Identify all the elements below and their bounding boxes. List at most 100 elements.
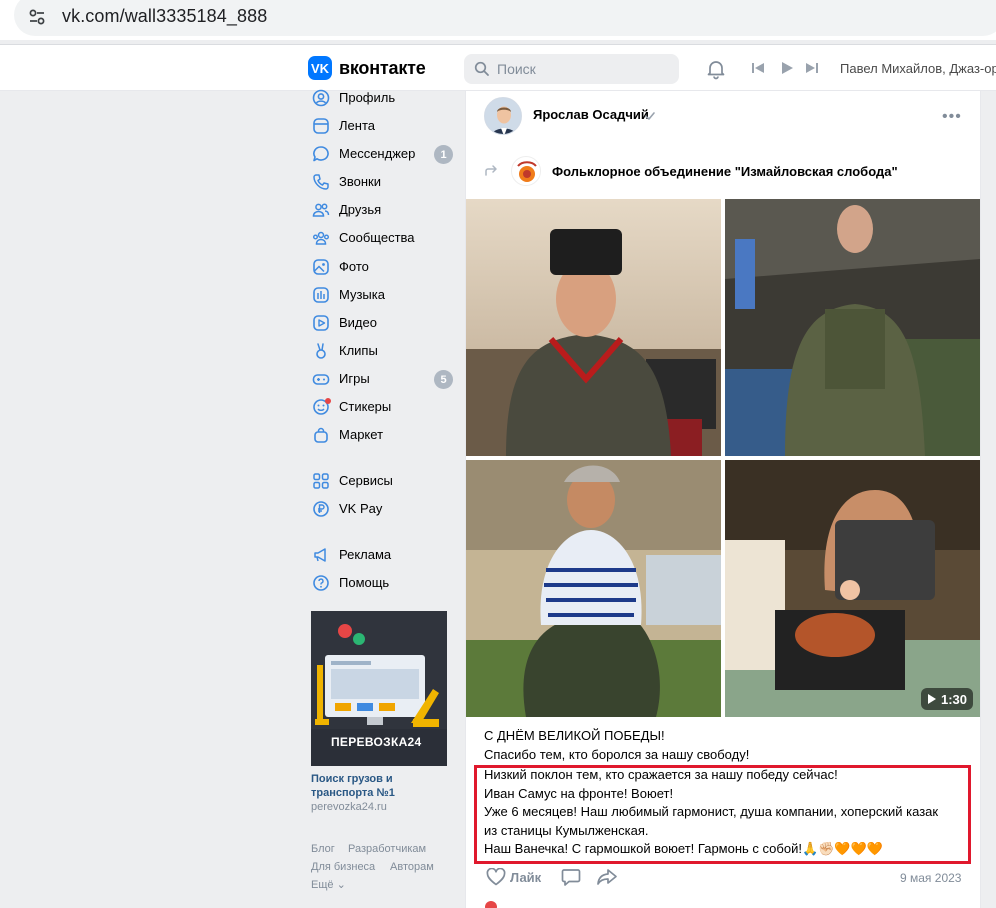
footer-link-blog[interactable]: Блог (311, 843, 335, 855)
video-icon (310, 312, 332, 334)
footer-link-business[interactable]: Для бизнеса (311, 861, 375, 873)
photo-icon (310, 256, 332, 278)
sidebar-item-market[interactable]: Маркет (305, 423, 455, 447)
footer-more-link[interactable]: Ещё ⌄ (311, 878, 346, 891)
like-label[interactable]: Лайк (510, 870, 541, 885)
post-more-icon[interactable]: ••• (942, 108, 962, 126)
ad-banner-text: ПЕРЕВОЗКА24 (331, 735, 422, 749)
sidebar-item-label: Звонки (339, 174, 381, 189)
ad-banner[interactable]: ПЕРЕВОЗКА24 (311, 611, 447, 766)
browser-toolbar: vk.com/wall3335184_888 (0, 0, 996, 40)
sidebar-item-video[interactable]: Видео (305, 311, 455, 335)
sidebar-item-label: Клипы (339, 343, 378, 358)
sidebar-item-feed[interactable]: Лента (305, 114, 455, 138)
post-text-line: Спасибо тем, кто боролся за нашу свободу… (484, 747, 750, 762)
profile-icon (310, 87, 332, 109)
messenger-icon (310, 143, 332, 165)
post-author-name[interactable]: Ярослав Осадчий (533, 107, 649, 122)
clips-icon (310, 340, 332, 362)
post-text-line: С ДНЁМ ВЕЛИКОЙ ПОБЕДЫ! (484, 728, 665, 743)
sidebar-item-label: Мессенджер (339, 146, 416, 161)
repost-arrow-icon (484, 164, 498, 183)
sidebar-item-ads[interactable]: Реклама (305, 543, 455, 567)
sidebar-item-label: Помощь (339, 575, 390, 590)
comment-icon[interactable] (561, 868, 581, 892)
games-icon (310, 368, 332, 390)
repost-group-name[interactable]: Фольклорное объединение "Измайловская сл… (552, 164, 898, 179)
video-duration-text: 1:30 (940, 691, 968, 707)
chevron-down-icon: ⌄ (336, 879, 346, 891)
sidebar-item-label: Друзья (339, 202, 382, 217)
help-icon (310, 572, 332, 594)
sidebar-item-messenger[interactable]: Мессенджер 1 (305, 142, 455, 166)
new-indicator-dot (325, 398, 331, 404)
sidebar-item-stickers[interactable]: Стикеры (305, 395, 455, 419)
ad-title[interactable]: Поиск грузов и транспорта №1 (311, 772, 451, 800)
sidebar-item-label: Видео (339, 315, 377, 330)
footer-link-developers[interactable]: Разработчикам (348, 843, 426, 855)
communities-icon (310, 227, 332, 249)
phone-icon (310, 171, 332, 193)
play-icon[interactable] (780, 61, 794, 80)
music-icon (310, 284, 332, 306)
sidebar-item-games[interactable]: Игры 5 (305, 367, 455, 391)
sidebar-item-label: Музыка (339, 287, 385, 302)
friends-icon (310, 199, 332, 221)
sidebar-item-friends[interactable]: Друзья (305, 198, 455, 222)
sidebar-item-profile[interactable]: Профиль (305, 86, 455, 110)
sidebar-item-help[interactable]: Помощь (305, 571, 455, 595)
previous-track-icon[interactable] (751, 61, 765, 80)
next-track-icon[interactable] (805, 61, 819, 80)
sidebar-item-services[interactable]: Сервисы (305, 469, 455, 493)
footer-link-authors[interactable]: Авторам (390, 861, 434, 873)
post-photo-1[interactable] (466, 199, 721, 456)
vk-header: VK вконтакте Поиск Павел Михайлов, Джаз-… (0, 45, 996, 91)
sidebar-item-label: Фото (339, 259, 369, 274)
services-icon (310, 470, 332, 492)
sidebar-item-label: Сервисы (339, 473, 393, 488)
vk-logo-icon[interactable]: VK (308, 56, 332, 80)
sidebar-item-clips[interactable]: Клипы (305, 339, 455, 363)
video-duration-badge: 1:30 (921, 688, 973, 710)
group-avatar[interactable] (511, 156, 541, 186)
site-settings-icon[interactable] (22, 4, 52, 30)
sidebar-item-photo[interactable]: Фото (305, 255, 455, 279)
highlight-annotation-box (474, 765, 971, 864)
sidebar-item-music[interactable]: Музыка (305, 283, 455, 307)
sidebar-item-label: Маркет (339, 427, 384, 442)
sidebar-item-label: Стикеры (339, 399, 392, 414)
search-placeholder: Поиск (497, 61, 536, 77)
search-input[interactable]: Поиск (464, 54, 679, 84)
sidebar-item-label: Реклама (339, 547, 392, 562)
like-heart-icon[interactable] (486, 867, 506, 891)
author-avatar[interactable] (484, 97, 522, 135)
sidebar-item-label: VK Pay (339, 501, 383, 516)
sidebar-item-communities[interactable]: Сообщества (305, 226, 455, 250)
share-icon[interactable] (596, 868, 618, 891)
vkpay-icon (310, 498, 332, 520)
sidebar-item-label: Профиль (339, 90, 396, 105)
search-icon (474, 61, 490, 82)
feed-icon (310, 115, 332, 137)
ads-icon (310, 544, 332, 566)
sidebar-item-calls[interactable]: Звонки (305, 170, 455, 194)
brand-name[interactable]: вконтакте (339, 58, 426, 79)
post-video-thumbnail[interactable] (725, 460, 980, 717)
post-photo-2[interactable] (725, 199, 980, 456)
notifications-bell-icon[interactable] (705, 58, 727, 85)
sidebar-item-label: Лента (339, 118, 375, 133)
play-small-icon (927, 692, 937, 707)
verified-check-icon (644, 109, 656, 127)
next-post-avatar (485, 901, 497, 908)
market-icon (310, 424, 332, 446)
url-text[interactable]: vk.com/wall3335184_888 (62, 6, 267, 27)
sidebar-item-label: Игры (339, 371, 370, 386)
post-date[interactable]: 9 мая 2023 (900, 871, 961, 885)
footer-more-label: Ещё (311, 879, 334, 891)
player-track-title[interactable]: Павел Михайлов, Джаз-ор (840, 61, 996, 76)
sidebar-item-label: Сообщества (339, 230, 415, 245)
sidebar-item-vkpay[interactable]: VK Pay (305, 497, 455, 521)
unread-badge: 1 (434, 145, 453, 164)
ad-site[interactable]: perevozka24.ru (311, 801, 387, 813)
post-photo-3[interactable] (466, 460, 721, 717)
